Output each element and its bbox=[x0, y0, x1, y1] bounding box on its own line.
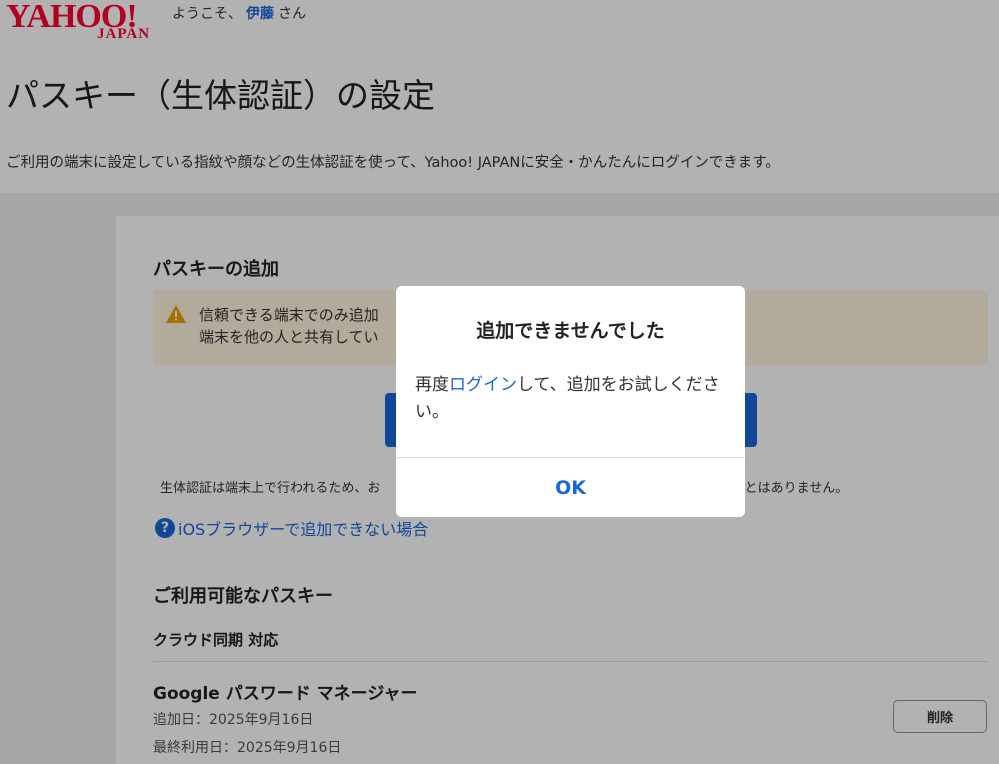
dialog-message-prefix: 再度 bbox=[415, 375, 449, 395]
dialog-message: 再度ログインして、追加をお試しください。 bbox=[415, 372, 730, 426]
dialog-title: 追加できませんでした bbox=[476, 320, 665, 342]
login-link[interactable]: ログイン bbox=[449, 375, 517, 395]
ok-button[interactable]: OK bbox=[396, 458, 745, 517]
error-dialog: 追加できませんでした 再度ログインして、追加をお試しください。 OK bbox=[396, 286, 745, 517]
